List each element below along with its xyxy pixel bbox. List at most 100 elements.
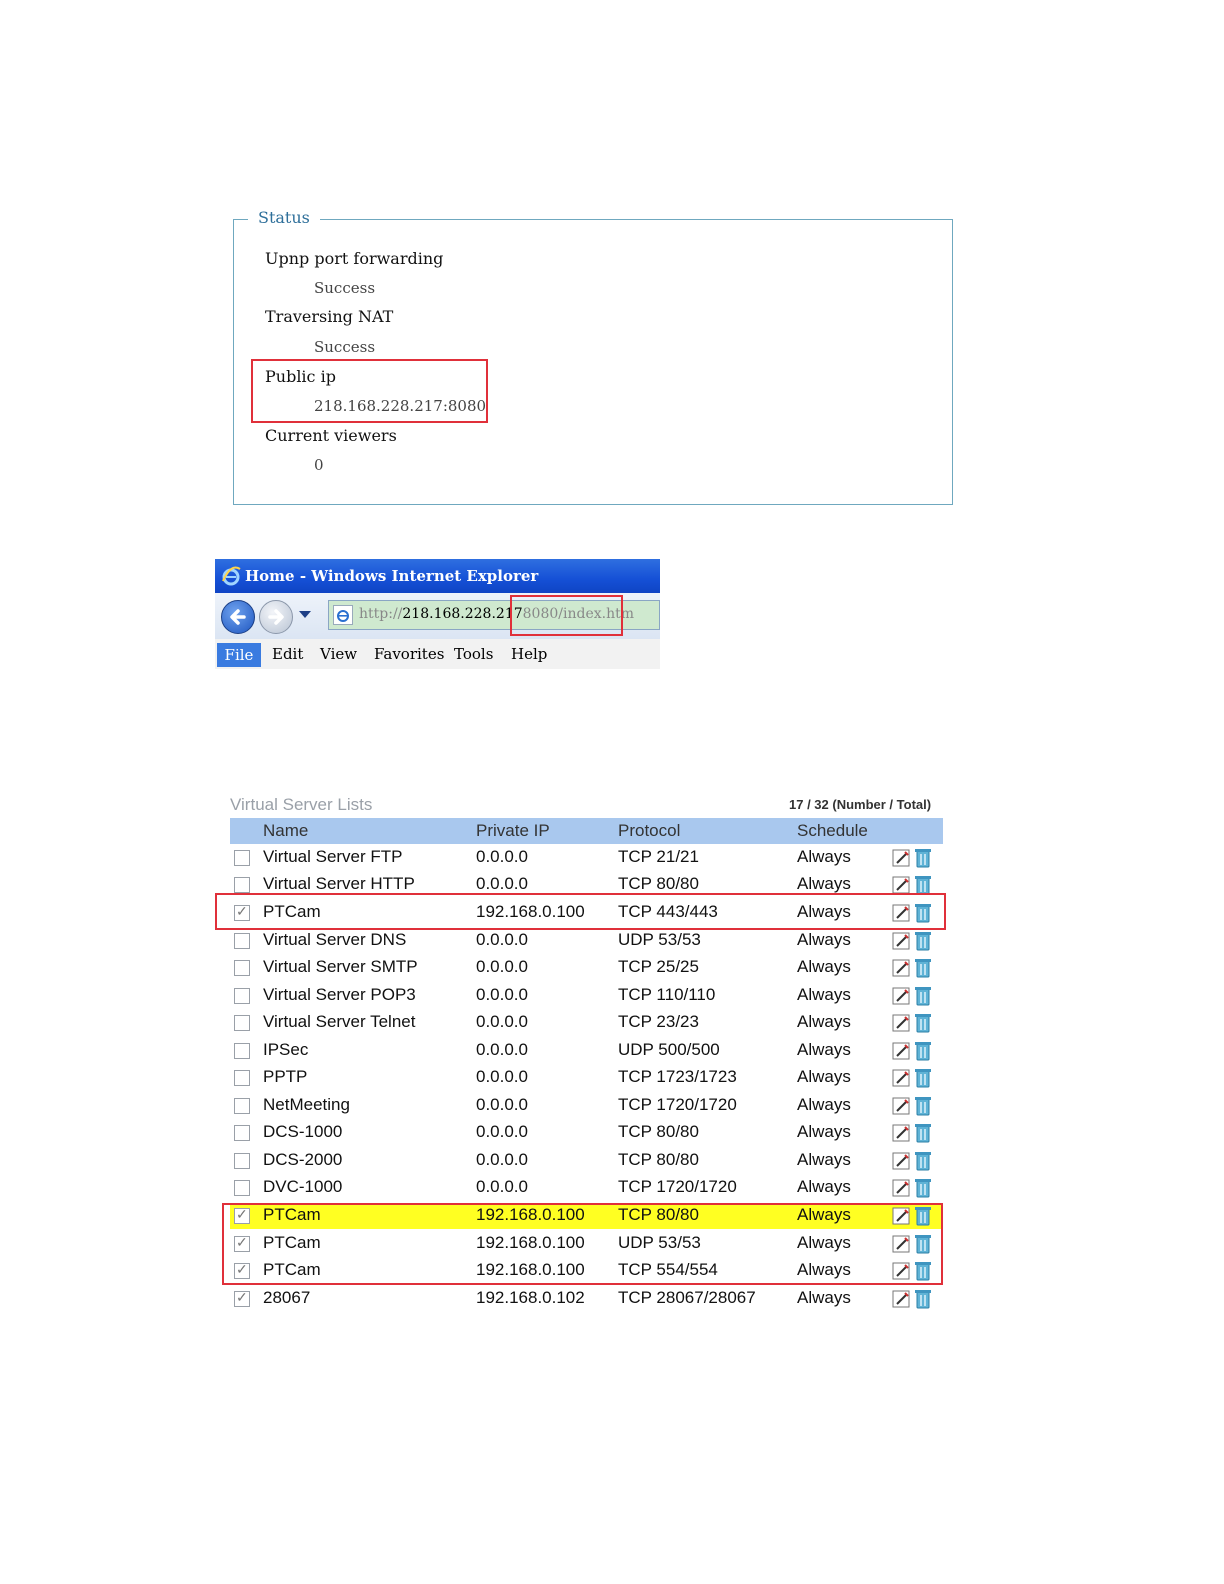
trash-icon[interactable] — [914, 957, 932, 984]
row-schedule: Always — [797, 1288, 851, 1307]
table-row: Virtual Server POP3 0.0.0.0 TCP 110/110 Alw… — [230, 983, 943, 1009]
ie-logo-icon — [222, 566, 241, 586]
row-schedule: Always — [797, 1012, 851, 1031]
row-schedule: Always — [797, 1150, 851, 1169]
trash-icon[interactable] — [914, 1122, 932, 1149]
trash-icon[interactable] — [914, 930, 932, 957]
status-legend: Status — [248, 208, 320, 227]
row-protocol: TCP 1720/1720 — [618, 1177, 737, 1196]
row-checkbox[interactable] — [234, 1125, 250, 1141]
edit-icon[interactable] — [892, 1178, 912, 1203]
nat-value: Success — [314, 338, 376, 356]
row-checkbox[interactable] — [234, 877, 250, 893]
row-private-ip: 0.0.0.0 — [476, 847, 528, 866]
row-name: Virtual Server SMTP — [263, 957, 418, 976]
trash-icon[interactable] — [914, 985, 932, 1012]
edit-icon[interactable] — [892, 958, 912, 983]
row-protocol: TCP 28067/28067 — [618, 1288, 756, 1307]
row-schedule: Always — [797, 1177, 851, 1196]
viewers-value: 0 — [314, 456, 324, 474]
edit-icon[interactable] — [892, 1068, 912, 1093]
row-protocol: TCP 23/23 — [618, 1012, 699, 1031]
edit-icon[interactable] — [892, 1013, 912, 1038]
viewers-label: Current viewers — [265, 426, 397, 445]
col-protocol: Protocol — [618, 821, 681, 840]
row-name: Virtual Server FTP — [263, 847, 403, 866]
row-schedule: Always — [797, 874, 851, 893]
row-protocol: TCP 25/25 — [618, 957, 699, 976]
row-private-ip: 0.0.0.0 — [476, 1095, 528, 1114]
row-protocol: TCP 21/21 — [618, 847, 699, 866]
row-checkbox[interactable] — [234, 1015, 250, 1031]
menu-tools[interactable]: Tools — [454, 645, 493, 663]
trash-icon[interactable] — [914, 847, 932, 874]
row-checkbox[interactable] — [234, 850, 250, 866]
row-checkbox[interactable] — [234, 1098, 250, 1114]
row-checkbox[interactable] — [234, 1289, 250, 1307]
history-dropdown-icon[interactable] — [299, 611, 311, 618]
col-schedule: Schedule — [797, 821, 868, 840]
row-checkbox[interactable] — [234, 1180, 250, 1196]
row-checkbox[interactable] — [234, 933, 250, 949]
edit-icon[interactable] — [892, 1041, 912, 1066]
row-checkbox[interactable] — [234, 1153, 250, 1169]
title-bar: Home - Windows Internet Explorer — [215, 559, 660, 593]
forward-button[interactable] — [259, 600, 293, 634]
trash-icon[interactable] — [914, 1067, 932, 1094]
row-protocol: UDP 500/500 — [618, 1040, 720, 1059]
row-schedule: Always — [797, 930, 851, 949]
row-private-ip: 0.0.0.0 — [476, 985, 528, 1004]
row-checkbox[interactable] — [234, 960, 250, 976]
edit-icon[interactable] — [892, 848, 912, 873]
back-button[interactable] — [221, 600, 255, 634]
row-private-ip: 0.0.0.0 — [476, 957, 528, 976]
nat-label: Traversing NAT — [265, 307, 394, 326]
row-name: DCS-1000 — [263, 1122, 343, 1141]
edit-icon[interactable] — [892, 1096, 912, 1121]
window-title: Home - Windows Internet Explorer — [245, 567, 539, 585]
trash-icon[interactable] — [914, 1177, 932, 1204]
trash-icon[interactable] — [914, 1288, 932, 1315]
table-row: DVC-1000 0.0.0.0 TCP 1720/1720 Always — [230, 1175, 943, 1201]
menu-file[interactable]: File — [217, 643, 261, 667]
url-host: 218.168.228.217 — [402, 606, 523, 622]
edit-icon[interactable] — [892, 931, 912, 956]
edit-icon[interactable] — [892, 986, 912, 1011]
trash-icon[interactable] — [914, 1150, 932, 1177]
row-schedule: Always — [797, 1095, 851, 1114]
row-private-ip: 0.0.0.0 — [476, 1150, 528, 1169]
trash-icon[interactable] — [914, 1040, 932, 1067]
row-name: Virtual Server DNS — [263, 930, 407, 949]
row-protocol: TCP 80/80 — [618, 1150, 699, 1169]
public-ip-highlight — [251, 359, 488, 423]
trash-icon[interactable] — [914, 1095, 932, 1122]
row-checkbox[interactable] — [234, 1070, 250, 1086]
ptcam-group-highlight — [222, 1203, 943, 1285]
edit-icon[interactable] — [892, 1151, 912, 1176]
ie-page-icon — [337, 610, 349, 622]
menu-help[interactable]: Help — [511, 645, 547, 663]
col-private-ip: Private IP — [476, 821, 550, 840]
ptcam-443-highlight — [215, 893, 946, 930]
row-protocol: TCP 1723/1723 — [618, 1067, 737, 1086]
row-protocol: TCP 80/80 — [618, 874, 699, 893]
row-schedule: Always — [797, 957, 851, 976]
upnp-label: Upnp port forwarding — [265, 249, 444, 268]
trash-icon[interactable] — [914, 1012, 932, 1039]
edit-icon[interactable] — [892, 1123, 912, 1148]
menu-favorites[interactable]: Favorites — [374, 645, 444, 663]
row-private-ip: 0.0.0.0 — [476, 1122, 528, 1141]
menu-view[interactable]: View — [320, 645, 357, 663]
row-checkbox[interactable] — [234, 1043, 250, 1059]
row-private-ip: 0.0.0.0 — [476, 1177, 528, 1196]
row-checkbox[interactable] — [234, 988, 250, 1004]
edit-icon[interactable] — [892, 1289, 912, 1314]
row-private-ip: 0.0.0.0 — [476, 1067, 528, 1086]
table-row: DCS-1000 0.0.0.0 TCP 80/80 Always — [230, 1120, 943, 1146]
table-row: DCS-2000 0.0.0.0 TCP 80/80 Always — [230, 1148, 943, 1174]
table-row: IPSec 0.0.0.0 UDP 500/500 Always — [230, 1038, 943, 1064]
row-name: Virtual Server HTTP — [263, 874, 415, 893]
row-schedule: Always — [797, 847, 851, 866]
url-port-highlight — [510, 595, 623, 636]
menu-edit[interactable]: Edit — [272, 645, 303, 663]
